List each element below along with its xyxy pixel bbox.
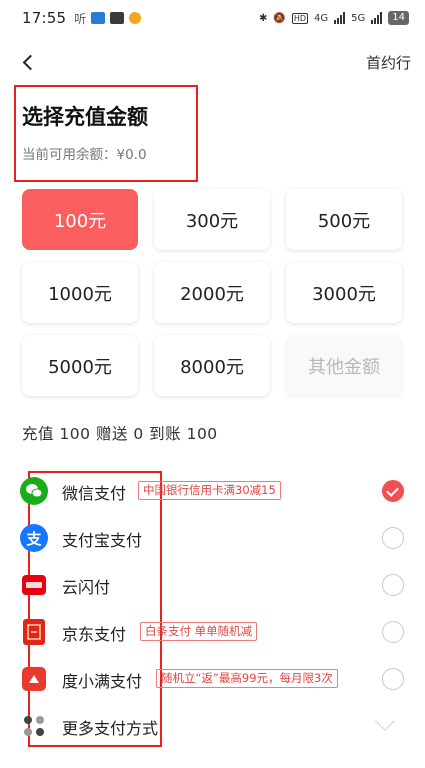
recharge-summary: 充值 100 赠送 0 到账 100 <box>22 425 218 443</box>
radio-unchecked[interactable] <box>382 574 404 596</box>
app-notification-icon <box>110 12 125 24</box>
payment-label: 云闪付 <box>62 578 111 597</box>
payment-label: 支付宝支付 <box>62 531 143 550</box>
page-title: 选择充值金额 <box>22 105 148 129</box>
chevron-down-icon[interactable] <box>375 711 395 731</box>
title-highlight-box <box>14 85 198 182</box>
radio-unchecked[interactable] <box>382 621 404 643</box>
status-listen-text: 听 <box>74 11 87 26</box>
mute-icon: 🔕 <box>273 12 286 24</box>
promo-badge: 中国银行信用卡满30减15 <box>138 481 281 500</box>
weibo-icon <box>129 12 142 24</box>
payment-option-duxiaoman[interactable]: 度小满支付 随机立“返”最高99元，每月限3次 <box>0 659 425 703</box>
more-payments-label: 更多支付方式 <box>62 719 159 738</box>
jd-pay-icon <box>23 619 45 645</box>
amount-option-5000[interactable]: 5000元 <box>22 335 138 396</box>
duxiaoman-pay-icon <box>22 667 46 691</box>
promo-badge: 随机立“返”最高99元，每月限3次 <box>156 669 338 688</box>
amount-option-2000[interactable]: 2000元 <box>154 262 270 323</box>
status-right: ✱ 🔕 HD 4G 5G 14 <box>259 11 409 25</box>
unionpay-quickpass-icon <box>22 575 46 595</box>
amount-option-1000[interactable]: 1000元 <box>22 262 138 323</box>
back-button[interactable] <box>14 48 42 76</box>
network-4g-label: 4G <box>314 12 329 24</box>
more-dots-icon <box>20 712 48 740</box>
amount-option-other[interactable]: 其他金额 <box>286 335 402 396</box>
wechat-pay-icon <box>20 477 48 505</box>
network-5g-label: 5G <box>351 12 366 24</box>
battery-icon: 14 <box>388 11 409 25</box>
alipay-icon: 支 <box>20 524 48 552</box>
signal-icon <box>371 12 383 24</box>
payment-option-alipay[interactable]: 支 支付宝支付 <box>0 518 425 562</box>
balance-label: 当前可用余额：¥0.0 <box>22 147 147 163</box>
app-notification-icon <box>91 12 106 24</box>
radio-unchecked[interactable] <box>382 668 404 690</box>
bluetooth-icon: ✱ <box>258 12 268 24</box>
payment-label: 度小满支付 <box>62 672 143 691</box>
amount-option-500[interactable]: 500元 <box>286 189 402 250</box>
nav-right-label[interactable]: 首约行 <box>366 52 411 73</box>
chevron-left-icon <box>22 54 38 70</box>
amount-option-300[interactable]: 300元 <box>154 189 270 250</box>
status-time: 17:55 <box>22 9 67 27</box>
radio-checked[interactable] <box>382 480 404 502</box>
payment-option-wechat[interactable]: 微信支付 中国银行信用卡满30减15 <box>0 471 425 515</box>
payment-option-jd[interactable]: 京东支付 白条支付 单单随机减 <box>0 612 425 656</box>
hd-badge: HD <box>291 12 309 24</box>
signal-icon <box>334 12 346 24</box>
payment-option-unionpay[interactable]: 云闪付 <box>0 565 425 609</box>
nav-bar: 首约行 <box>0 44 425 80</box>
radio-unchecked[interactable] <box>382 527 404 549</box>
promo-badge: 白条支付 单单随机减 <box>140 622 258 641</box>
amount-option-100[interactable]: 100元 <box>22 189 138 250</box>
payment-label: 微信支付 <box>62 484 127 503</box>
amount-option-3000[interactable]: 3000元 <box>286 262 402 323</box>
status-left-icons: 听 <box>74 10 142 27</box>
payment-label: 京东支付 <box>62 625 127 644</box>
amount-option-8000[interactable]: 8000元 <box>154 335 270 396</box>
more-payments-row[interactable]: 更多支付方式 <box>0 706 425 750</box>
status-bar: 17:55 听 ✱ 🔕 HD 4G 5G 14 <box>0 0 425 36</box>
